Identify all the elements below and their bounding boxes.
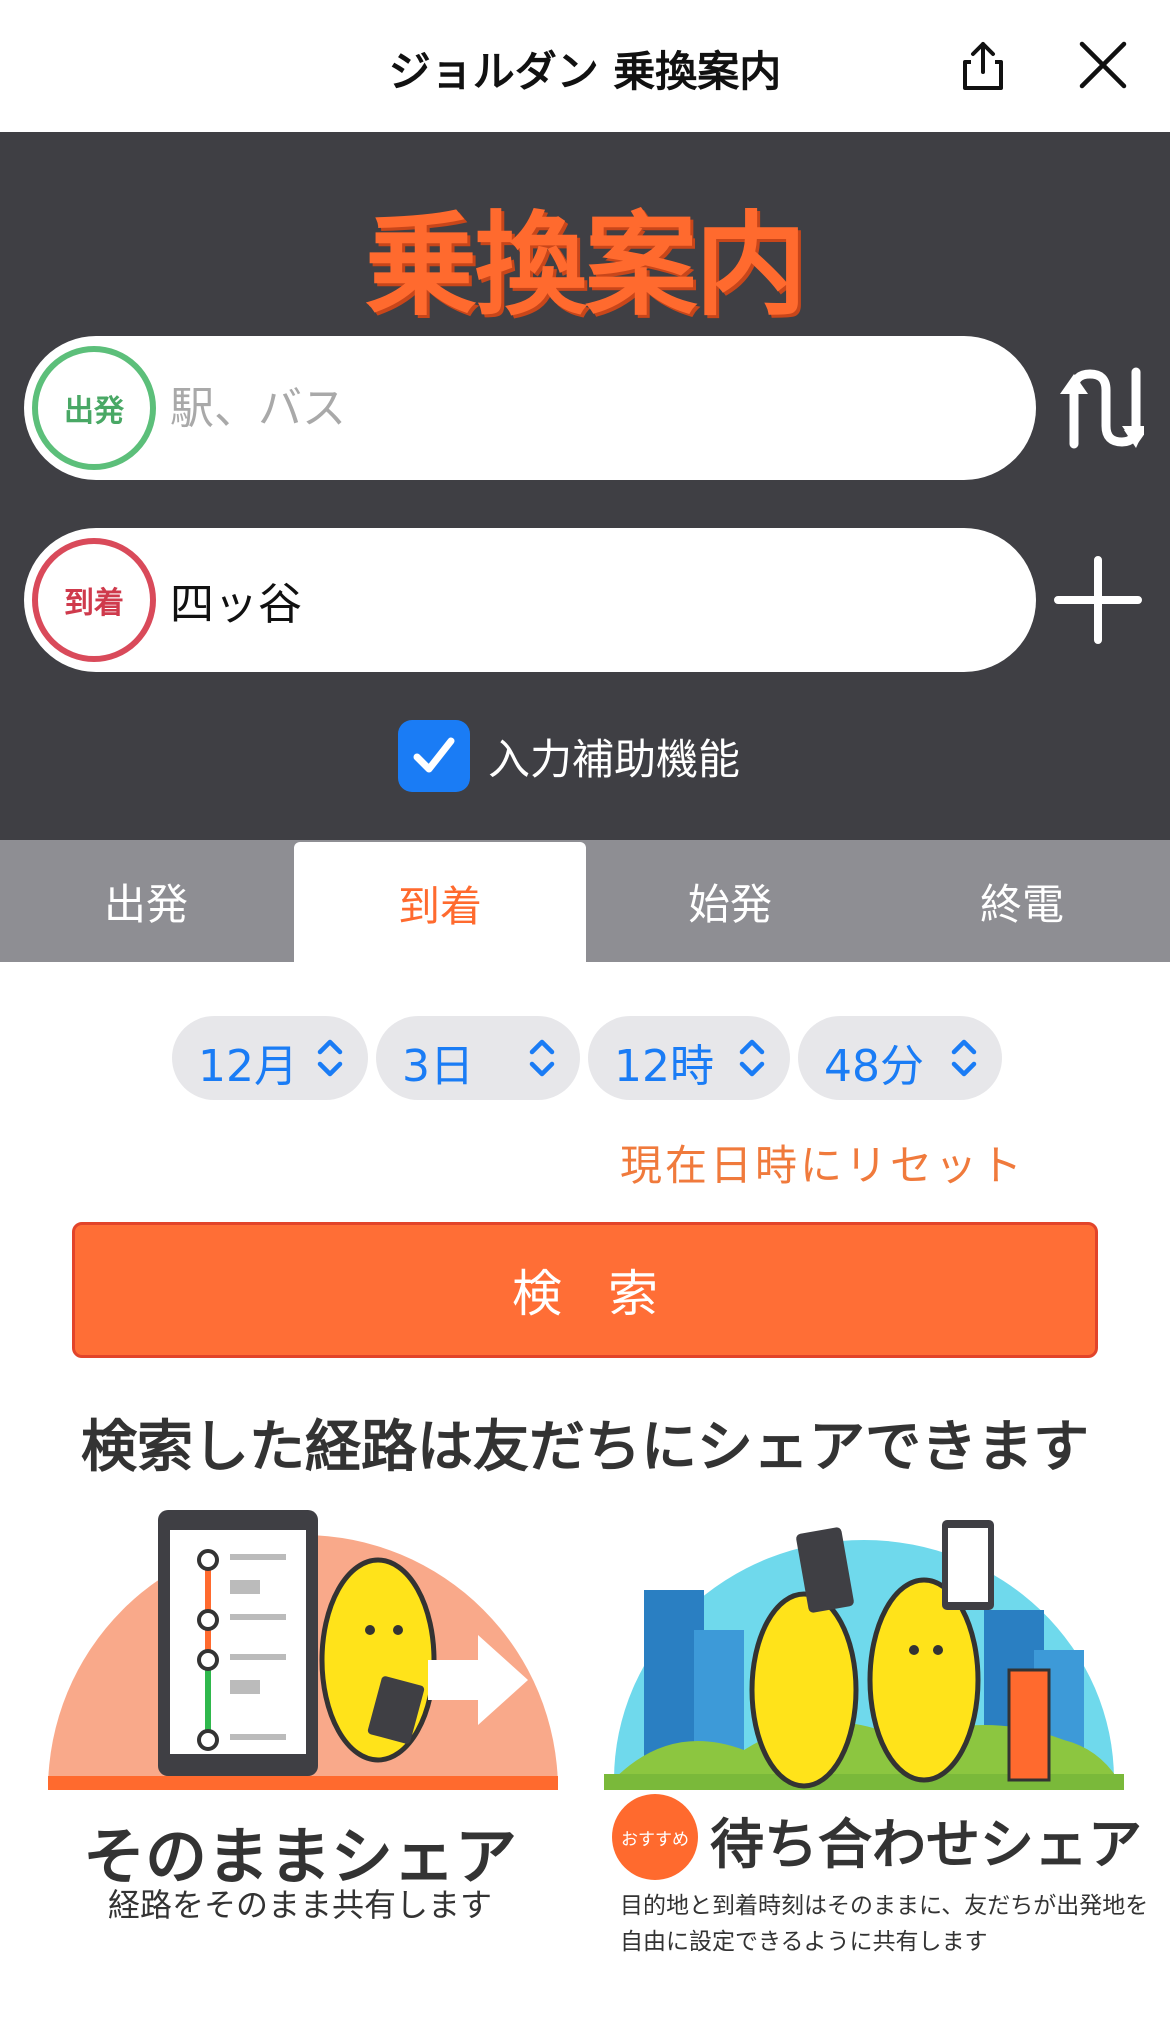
top-bar: ジョルダン 乗換案内 bbox=[0, 0, 1170, 132]
departure-badge: 出発 bbox=[32, 346, 156, 470]
chevron-updown-icon bbox=[317, 1039, 343, 1077]
datetime-pickers: 12月 3日 12時 48分 bbox=[172, 1016, 1010, 1100]
arrival-input[interactable] bbox=[170, 562, 990, 638]
tab-first-train[interactable]: 始発 bbox=[584, 840, 876, 962]
add-via-icon[interactable] bbox=[1054, 556, 1142, 644]
departure-field[interactable]: 出発 bbox=[24, 336, 1036, 480]
chevron-updown-icon bbox=[951, 1039, 977, 1077]
arrival-field[interactable]: 到着 bbox=[24, 528, 1036, 672]
arrival-badge: 到着 bbox=[32, 538, 156, 662]
hour-value: 12時 bbox=[614, 1041, 714, 1092]
day-value: 3日 bbox=[402, 1041, 474, 1092]
minute-value: 48分 bbox=[824, 1041, 924, 1092]
chevron-updown-icon bbox=[739, 1039, 765, 1077]
share-as-is-illustration[interactable] bbox=[48, 1510, 558, 1790]
app-logo: 乗換案内 bbox=[365, 201, 807, 331]
input-assist-toggle[interactable]: 入力補助機能 bbox=[398, 720, 740, 792]
tab-departure[interactable]: 出発 bbox=[0, 840, 292, 962]
chevron-updown-icon bbox=[529, 1039, 555, 1077]
search-mode-tabs: 出発 到着 始発 終電 bbox=[0, 840, 1170, 964]
search-button[interactable]: 検索 bbox=[72, 1222, 1098, 1358]
meetup-share-illustration[interactable] bbox=[604, 1520, 1124, 1790]
departure-input[interactable] bbox=[170, 370, 990, 446]
input-assist-label: 入力補助機能 bbox=[488, 734, 741, 784]
month-select[interactable]: 12月 bbox=[172, 1016, 368, 1100]
tab-last-train[interactable]: 終電 bbox=[876, 840, 1168, 962]
month-value: 12月 bbox=[198, 1041, 298, 1092]
recommended-badge: おすすめ bbox=[612, 1794, 698, 1880]
tab-arrival[interactable]: 到着 bbox=[294, 842, 586, 964]
share-as-is-subtitle: 経路をそのまま共有します bbox=[107, 1886, 492, 1924]
swap-icon[interactable] bbox=[1052, 360, 1150, 456]
hour-select[interactable]: 12時 bbox=[588, 1016, 790, 1100]
meetup-share-title[interactable]: 待ち合わせシェア bbox=[710, 1800, 1142, 1879]
meetup-share-description: 目的地と到着時刻はそのままに、友だちが出発地を自由に設定できるように共有します bbox=[620, 1893, 1149, 1955]
share-icon[interactable] bbox=[955, 38, 1011, 94]
close-icon[interactable] bbox=[1078, 40, 1128, 90]
reset-datetime-link[interactable]: 現在日時にリセット bbox=[620, 1132, 1025, 1193]
checkbox-checked-icon[interactable] bbox=[398, 720, 470, 792]
minute-select[interactable]: 48分 bbox=[798, 1016, 1002, 1100]
share-section-title: 検索した経路は友だちにシェアできます bbox=[81, 1415, 1089, 1480]
day-select[interactable]: 3日 bbox=[376, 1016, 580, 1100]
